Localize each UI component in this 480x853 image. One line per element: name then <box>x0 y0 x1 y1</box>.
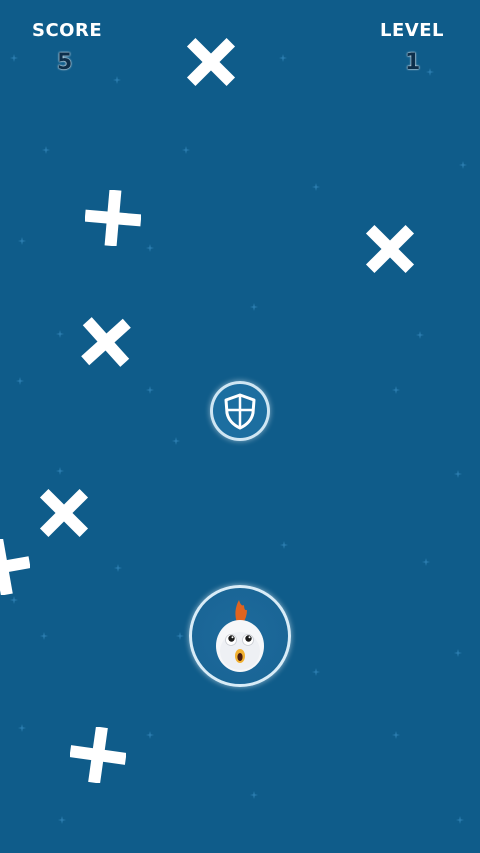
sparkle-icon <box>114 564 122 572</box>
level-label: LEVEL <box>380 20 444 41</box>
sparkle-icon <box>56 330 64 338</box>
sparkle-icon <box>146 244 154 252</box>
sparkle-icon <box>459 161 467 169</box>
sparkle-icon <box>416 331 424 339</box>
sparkle-icon <box>40 632 48 640</box>
cross-obstacle-icon <box>0 539 30 595</box>
sparkle-icon <box>146 386 154 394</box>
sparkle-icon <box>312 668 320 676</box>
chicken-icon <box>216 600 264 672</box>
shield-icon <box>224 393 256 430</box>
sparkle-icon <box>10 54 18 62</box>
sparkle-icon <box>146 731 154 739</box>
score-label: SCORE <box>32 20 103 41</box>
sparkle-icon <box>42 146 50 154</box>
sparkle-icon <box>172 437 180 445</box>
cross-obstacle-icon <box>78 314 134 370</box>
level-value: 1 <box>405 50 421 75</box>
sparkle-icon <box>456 816 464 824</box>
sparkle-icon <box>10 596 18 604</box>
sparkle-icon <box>392 731 400 739</box>
sparkle-icon <box>250 303 258 311</box>
player-bubble[interactable] <box>189 585 291 687</box>
cross-obstacle-icon <box>183 34 239 90</box>
sparkle-icon <box>16 377 24 385</box>
sparkle-icon <box>454 470 462 478</box>
sparkle-icon <box>250 791 258 799</box>
sparkle-icon <box>176 632 184 640</box>
cross-obstacle-icon <box>70 727 126 783</box>
game-stage[interactable]: SCORE 5 LEVEL 1 <box>0 0 480 853</box>
sparkle-icon <box>182 146 190 154</box>
sparkle-icon <box>58 816 66 824</box>
sparkle-icon <box>279 54 287 62</box>
sparkle-icon <box>18 724 26 732</box>
sparkle-icon <box>280 541 288 549</box>
sparkle-icon <box>426 68 434 76</box>
sparkle-icon <box>312 183 320 191</box>
sparkle-icon <box>113 76 121 84</box>
shield-powerup[interactable] <box>210 381 270 441</box>
cross-obstacle-icon <box>362 221 418 277</box>
cross-obstacle-icon <box>36 485 92 541</box>
sparkle-icon <box>18 237 26 245</box>
sparkle-icon <box>422 558 430 566</box>
sparkle-icon <box>392 386 400 394</box>
score-value: 5 <box>57 50 73 75</box>
cross-obstacle-icon <box>85 190 141 246</box>
sparkle-icon <box>56 467 64 475</box>
sparkle-icon <box>454 649 462 657</box>
